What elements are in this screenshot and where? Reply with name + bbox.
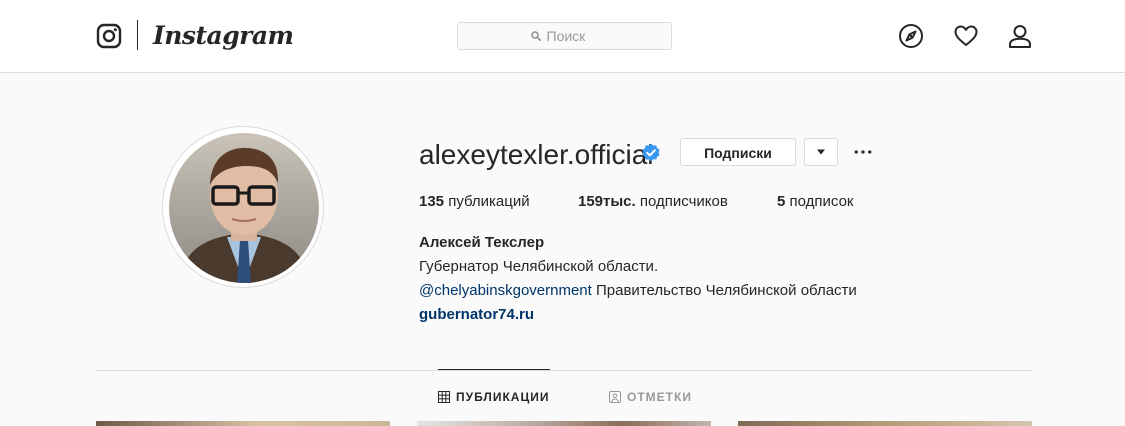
followers-label: подписчиков [639,193,728,210]
profile-avatar[interactable] [169,133,319,283]
bio-line-1: Губернатор Челябинской области. [419,258,659,275]
active-tab-indicator [438,369,550,370]
search-input[interactable] [546,28,599,44]
top-navigation-bar: Instagram [0,0,1125,73]
activity-heart-icon[interactable] [953,23,979,49]
profile-full-name: Алексей Текслер [419,234,545,251]
bio-mention-link[interactable]: @chelyabinskgovernment [419,282,592,299]
suggestions-dropdown-button[interactable] [804,138,838,166]
post-thumbnail[interactable] [417,421,711,426]
more-options-button[interactable] [850,138,876,166]
profile-website-link[interactable]: gubernator74.ru [419,304,534,326]
following-count: 5 [777,193,786,210]
logo-divider [137,20,138,50]
tab-posts[interactable]: ПУБЛИКАЦИИ [438,385,549,409]
search-icon [530,31,541,41]
posts-label: публикаций [448,193,530,210]
posts-stat: 135 публикаций [419,190,530,214]
search-box[interactable] [457,22,672,50]
post-thumbnail[interactable] [96,421,390,426]
tab-tagged-label: ОТМЕТКИ [627,390,692,404]
tab-tagged[interactable]: ОТМЕТКИ [609,385,692,409]
tabs-divider [96,370,1032,371]
instagram-glyph-icon[interactable] [96,23,122,49]
tagged-icon [609,391,621,403]
more-dots-icon [854,150,872,154]
profile-username: alexeytexler.official [419,139,654,170]
tab-posts-label: ПУБЛИКАЦИИ [456,390,550,404]
bio-line-2-text: Правительство Челябинской области [596,282,857,299]
triangle-down-icon [817,149,825,155]
verified-badge-icon [641,143,661,163]
posts-count: 135 [419,193,445,210]
following-stat[interactable]: 5 подписок [777,190,853,214]
explore-icon[interactable] [898,23,924,49]
grid-icon [438,391,450,403]
followers-count: 159тыс. [578,193,636,210]
following-button[interactable]: Подписки [680,138,796,166]
following-label: подписок [789,193,854,210]
bio-line-2: @chelyabinskgovernment Правительство Чел… [419,280,857,302]
followers-stat[interactable]: 159тыс. подписчиков [578,190,728,214]
post-thumbnail[interactable] [738,421,1032,426]
profile-icon[interactable] [1007,23,1033,49]
instagram-wordmark[interactable]: Instagram [153,18,294,54]
